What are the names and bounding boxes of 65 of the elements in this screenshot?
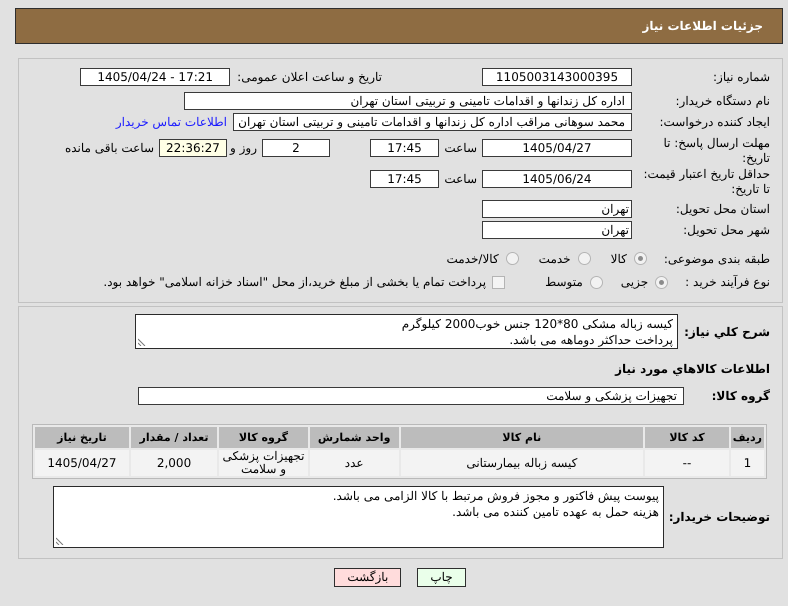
field-label: نام دستگاه خریدار: [674, 93, 771, 110]
field-label: توضیحات خریدار: [668, 510, 771, 524]
checkbox-label: پرداخت تمام یا بخشی از مبلغ خرید،از محل "اسناد خزانه اسلامی" خواهد بود. [103, 275, 486, 289]
radio-label: کالا [610, 252, 627, 266]
field-label: شماره نیاز: [712, 69, 771, 86]
field-label: شرح كلي نياز: [683, 324, 771, 338]
time-label: ساعت [443, 171, 478, 188]
radio-button[interactable] [506, 252, 519, 265]
radio-label: متوسط [545, 275, 583, 289]
checkbox[interactable] [492, 276, 506, 288]
description-field[interactable]: کیسه زباله مشکی 80*120 جنس خوب2000 کیلوگرم پرداخت حداکثر دوماهه می باشد. [135, 314, 678, 349]
column-header: نام کالا [400, 427, 644, 448]
buyer-org-field[interactable]: اداره کل زندانها و اقدامات تامینی و تربیتی استان تهران [184, 92, 632, 110]
validity-time-field[interactable]: 17:45 [370, 170, 439, 188]
resize-grip-icon[interactable] [56, 537, 64, 545]
announcement-date-field[interactable]: 1405/04/24 - 17:21 [80, 68, 230, 86]
table-cell: 1 [730, 450, 764, 476]
column-header: تاریخ نیاز [35, 427, 129, 448]
column-header: ردیف [730, 427, 764, 448]
table-cell: کیسه زباله بیمارستانی [400, 450, 644, 476]
radio-label: کالا/خدمت [446, 252, 499, 266]
field-label: ایجاد کننده درخواست: [658, 114, 771, 131]
province-field[interactable]: تهران [482, 200, 632, 218]
remaining-label: ساعت باقی مانده [64, 140, 154, 157]
resize-grip-icon[interactable] [138, 338, 146, 346]
table-cell: تجهیزات پزشکی و سلامت [219, 450, 308, 476]
days-field[interactable]: 2 [262, 139, 330, 157]
remaining-time-field[interactable]: 22:36:27 [159, 139, 227, 157]
page-title: جزئیات اطلاعات نیاز [642, 19, 763, 33]
table-cell: -- [645, 450, 729, 476]
city-field[interactable]: تهران [482, 221, 632, 239]
field-label: نوع فرآیند خرید : [685, 275, 771, 289]
buyer-contact-link[interactable]: اطلاعات تماس خریدار [116, 113, 227, 131]
field-label: مهلت ارسال پاسخ: تا تاریخ: [662, 136, 771, 166]
validity-date-field[interactable]: 1405/06/24 [482, 170, 632, 188]
field-label: حداقل تاریخ اعتبار قیمت: تا تاریخ: [642, 167, 771, 197]
print-button[interactable]: چاپ [417, 568, 466, 587]
radio-button[interactable] [578, 252, 591, 265]
field-label: استان محل تحویل: [674, 201, 771, 218]
radio-button[interactable] [634, 252, 647, 265]
goods-group-field[interactable]: تجهیزات پزشکی و سلامت [138, 387, 684, 405]
days-label: روز و [228, 140, 258, 157]
field-label: طبقه بندی موضوعی: [664, 252, 771, 266]
deadline-date-field[interactable]: 1405/04/27 [482, 139, 632, 157]
field-label: تاریخ و ساعت اعلان عمومی: [237, 69, 382, 86]
buyer-notes-field[interactable]: پیوست پیش فاکتور و مجوز فروش مرتبط با کالا الزامی می باشد. هزینه حمل به عهده تامین کننده می باشد. [53, 486, 664, 548]
table-cell: 1405/04/27 [35, 450, 129, 476]
radio-label: جزیی [620, 275, 648, 289]
column-header: واحد شمارش [310, 427, 398, 448]
radio-label: خدمت [538, 252, 571, 266]
radio-button[interactable] [590, 276, 603, 288]
column-header: کد کالا [645, 427, 729, 448]
time-label: ساعت [443, 140, 478, 157]
radio-button[interactable] [655, 276, 668, 288]
back-button[interactable]: بازگشت [334, 568, 402, 587]
column-header: تعداد / مقدار [130, 427, 218, 448]
need-number-field[interactable]: 1105003143000395 [482, 68, 632, 86]
field-label: گروه کالا: [710, 389, 771, 403]
table-cell: 2,000 [130, 450, 218, 476]
column-header: گروه کالا [219, 427, 308, 448]
section-heading: اطلاعات كالاهاي مورد نياز [615, 361, 771, 378]
field-label: شهر محل تحویل: [682, 222, 771, 239]
table-cell: عدد [310, 450, 398, 476]
deadline-time-field[interactable]: 17:45 [370, 139, 439, 157]
requester-field[interactable]: محمد سوهانی مراقب اداره کل زندانها و اقدامات تامینی و تربیتی استان تهران [233, 113, 632, 131]
